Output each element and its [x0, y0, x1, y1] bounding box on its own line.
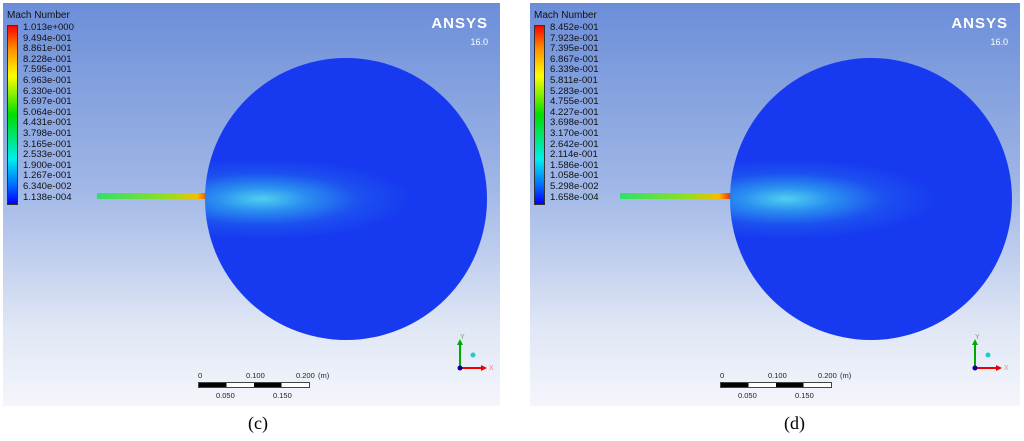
- brand-name: ANSYS: [951, 15, 1008, 32]
- ansys-logo: ANSYS 16.0: [951, 15, 1008, 50]
- brand-name: ANSYS: [431, 15, 488, 32]
- scale-label: 0.200: [818, 371, 837, 380]
- panel-caption: (c): [248, 413, 268, 433]
- contour-panel: Mach Number 1.013e+000 9.494e-001 8.861e-0…: [3, 3, 500, 406]
- legend-value: 1.013e+000: [23, 22, 74, 33]
- legend-value: 3.170e-001: [550, 127, 599, 139]
- scale-label: 0.150: [273, 391, 292, 400]
- scale-label: 0.100: [768, 371, 787, 380]
- svg-text:X: X: [489, 365, 494, 372]
- scale-label: 0.050: [216, 391, 235, 400]
- legend-value: 5.298e-002: [550, 180, 599, 192]
- panel-caption: (d): [784, 413, 805, 433]
- contour-panel: Mach Number 8.452e-001 7.923e-001 7.395e-0…: [530, 3, 1020, 406]
- legend-values: 8.452e-001 7.923e-001 7.395e-001 6.867e-001…: [550, 22, 599, 203]
- scale-unit: (m): [318, 371, 330, 380]
- legend-value: 6.963e-001: [23, 74, 72, 86]
- legend-value: 6.340e-002: [23, 180, 72, 192]
- legend-values: 1.013e+000 9.494e-001 8.861e-001 8.228e-001…: [23, 22, 74, 203]
- ansys-logo: ANSYS 16.0: [431, 15, 488, 50]
- legend-value: 5.811e-001: [550, 74, 598, 86]
- svg-text:Y: Y: [975, 334, 980, 341]
- scale-label: 0: [720, 371, 725, 380]
- scale-bar-graphic: [198, 382, 310, 388]
- legend-value: 1.658e-004: [550, 191, 599, 203]
- legend-colorbar: [7, 25, 18, 205]
- legend-title: Mach Number: [7, 10, 70, 21]
- scale-label: 0.150: [795, 391, 814, 400]
- svg-text:Y: Y: [460, 334, 465, 341]
- legend-colorbar: [534, 25, 545, 205]
- version: 16.0: [990, 37, 1008, 47]
- inlet-jet: [97, 193, 211, 199]
- scale-label: 0.050: [738, 391, 757, 400]
- scale-label: 0: [198, 371, 203, 380]
- legend-title: Mach Number: [534, 10, 597, 21]
- scale-label: 0.200: [296, 371, 315, 380]
- legend-value: 1.138e-004: [23, 191, 72, 203]
- domain-circle: [730, 58, 1012, 340]
- version: 16.0: [470, 37, 488, 47]
- scale-bar-graphic: [720, 382, 832, 388]
- scale-unit: (m): [840, 371, 852, 380]
- legend-value: 8.452e-001: [550, 22, 599, 33]
- axis-triad-icon: YX: [457, 334, 494, 372]
- legend-value: 3.798e-001: [23, 127, 72, 139]
- svg-text:X: X: [1004, 365, 1009, 372]
- axis-triad-icon: YX: [972, 334, 1009, 372]
- inlet-jet: [620, 193, 732, 199]
- scale-label: 0.100: [246, 371, 265, 380]
- domain-circle: [205, 58, 487, 340]
